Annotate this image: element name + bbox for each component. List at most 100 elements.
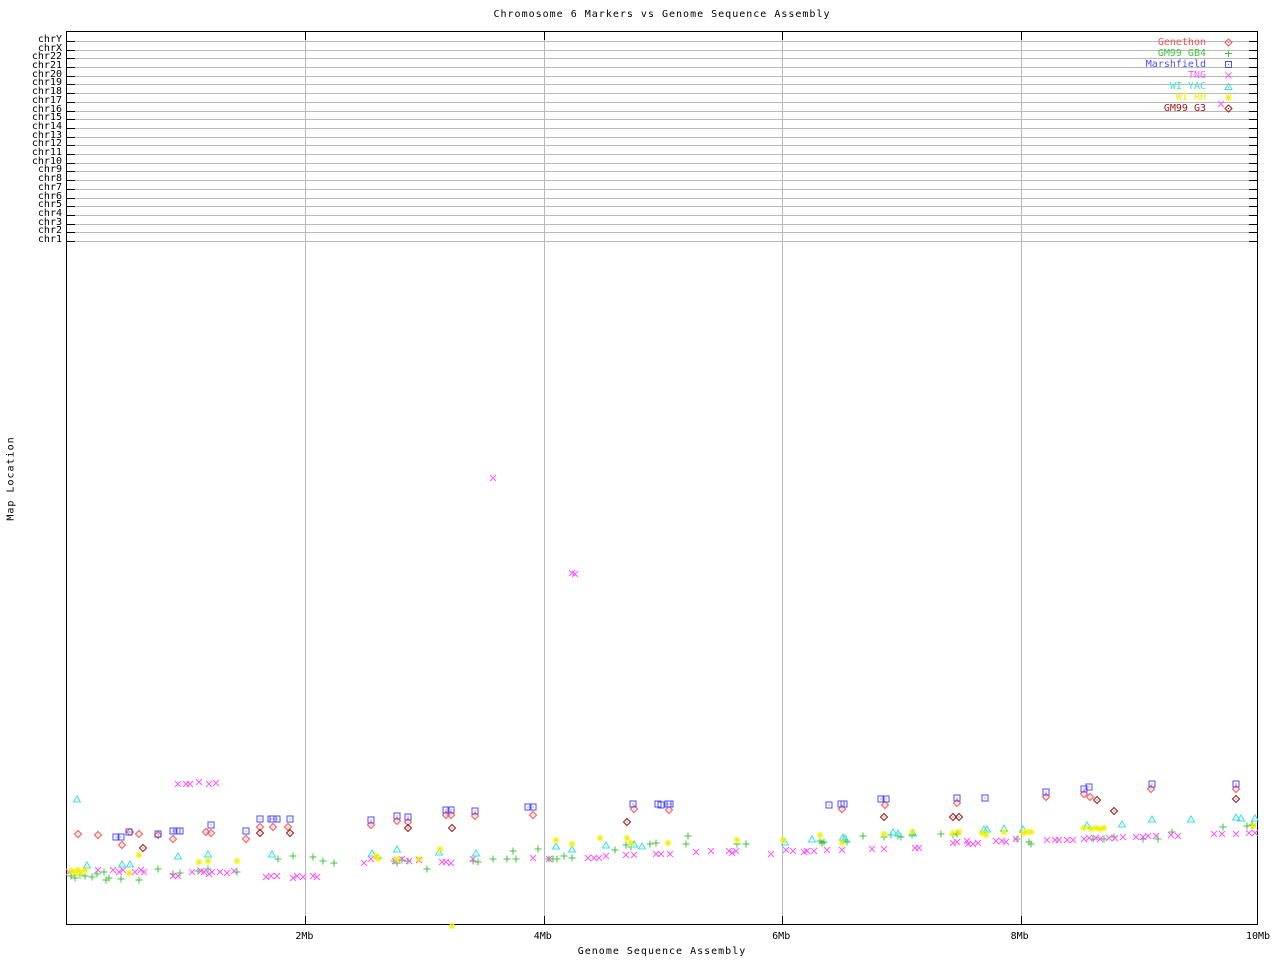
y-tick-left [67, 197, 75, 199]
marshfield-point [393, 812, 402, 821]
wi_rh-point [816, 831, 825, 840]
genethon-point [207, 828, 216, 838]
chr-gridline [67, 119, 1257, 121]
gm99_gb4-point [1027, 840, 1036, 849]
wi_yac-point [267, 850, 277, 859]
gm99_gb4-point [651, 839, 660, 848]
tng-point [529, 854, 538, 863]
tng-point [788, 847, 797, 856]
tng-point [630, 851, 639, 860]
chr-gridline [67, 171, 1257, 173]
x-tick-bottom [305, 916, 307, 924]
y-tick-left [67, 171, 75, 173]
genethon-point [528, 810, 538, 820]
genethon-point [168, 834, 178, 844]
y-tick-left [67, 223, 75, 225]
gm99_gb4-point [568, 854, 577, 863]
tng-point [446, 859, 455, 868]
gm99_gb4-point [611, 846, 620, 855]
tng-point [299, 873, 308, 882]
x-tick-bottom [782, 916, 784, 924]
wi_rh-point [595, 834, 604, 843]
y-tick-right [1249, 214, 1257, 216]
y-tick-right [1249, 127, 1257, 129]
gm99_g3-point [285, 828, 295, 838]
legend-row-tng: TNG [0, 70, 1280, 81]
legend-label-gm99_g3: GM99 G3 [1163, 103, 1206, 114]
chr-gridline [67, 223, 1257, 225]
wi_rh-point [982, 831, 991, 840]
tng-point [212, 779, 221, 788]
chart-canvas: Chromosome 6 Markers vs Genome Sequence … [0, 0, 1280, 960]
x-tick-label: 4Mb [533, 931, 552, 942]
gm99_g3-point [403, 823, 413, 833]
gm99_g3-point [879, 812, 888, 822]
y-tick-left [67, 241, 75, 242]
chr-gridline [67, 127, 1257, 129]
gm99_gb4-point [308, 853, 317, 862]
marshfield-point [470, 807, 479, 816]
wi_rh-point [1100, 824, 1109, 833]
wi_rh-point [551, 836, 560, 845]
x-tick-bottom [1020, 916, 1022, 924]
x-tick-label: 6Mb [772, 931, 791, 942]
wi_yac-point [125, 860, 135, 869]
marshfield-point [176, 827, 185, 836]
y-tick-right [1249, 223, 1257, 225]
gm99_gb4-point [533, 845, 542, 854]
legend-row-genethon: Genethon [0, 37, 1280, 48]
marshfield-point [881, 795, 890, 804]
legend-label-marshfield: Marshfield [1145, 59, 1206, 70]
wi_rh-point [124, 869, 133, 878]
tng-point [706, 847, 715, 856]
x-tick-bottom [543, 916, 545, 924]
marshfield-point [403, 813, 412, 822]
x-gridline [782, 32, 784, 924]
tng-point [666, 850, 675, 859]
plot-area [66, 31, 1260, 930]
x-tick-label: 10Mb [1245, 931, 1271, 942]
marshfield-point [629, 800, 638, 809]
genethon-point [268, 822, 278, 832]
genethon-point [241, 834, 251, 844]
wi_rh-point [80, 866, 89, 875]
chr-gridline [67, 162, 1257, 164]
wi_rh-point [393, 855, 402, 864]
legend-label-wi_rh: WI RH [1175, 92, 1206, 103]
gm99_gb4-point [502, 855, 511, 864]
wi_rh-point [663, 839, 672, 848]
legend-label-gm99_gb4: GM99 GB4 [1157, 48, 1206, 59]
chr-gridline [67, 206, 1257, 208]
marshfield-point [285, 815, 294, 824]
wi_rh-point [908, 828, 917, 837]
y-tick-right [1249, 154, 1257, 156]
y-tick-right [1249, 206, 1257, 208]
legend-row-wi_yac: WI YAC [0, 81, 1280, 92]
wi_yac-point [637, 842, 646, 851]
marshfield-point [241, 827, 250, 836]
marshfield-point [207, 821, 216, 830]
tng-point [488, 474, 497, 483]
gm99_g3-point [1109, 806, 1118, 816]
marshfield-point [666, 800, 675, 809]
marshfield-point [1147, 780, 1156, 789]
wi_rh-point [1249, 822, 1258, 831]
tng-point [1069, 836, 1078, 845]
gm99_g3-point [255, 828, 265, 838]
y-tick-left [67, 162, 75, 164]
gm99_g3-point [447, 823, 457, 833]
wi_yac-point [471, 849, 481, 858]
tng-point [879, 845, 888, 854]
tng-point [93, 866, 102, 875]
gm99_gb4-marker-icon [1224, 49, 1233, 58]
chr-gridline [67, 145, 1257, 147]
wi_rh-point [414, 855, 423, 864]
wi_yac-point [1186, 815, 1196, 824]
chr-gridline [67, 136, 1257, 138]
marshfield-point [124, 828, 133, 837]
gm99_gb4-point [289, 852, 298, 861]
y-tick-left [67, 145, 75, 147]
y-tick-left [67, 188, 75, 190]
chr-gridline [67, 188, 1257, 190]
gm99_gb4-point [153, 865, 162, 874]
